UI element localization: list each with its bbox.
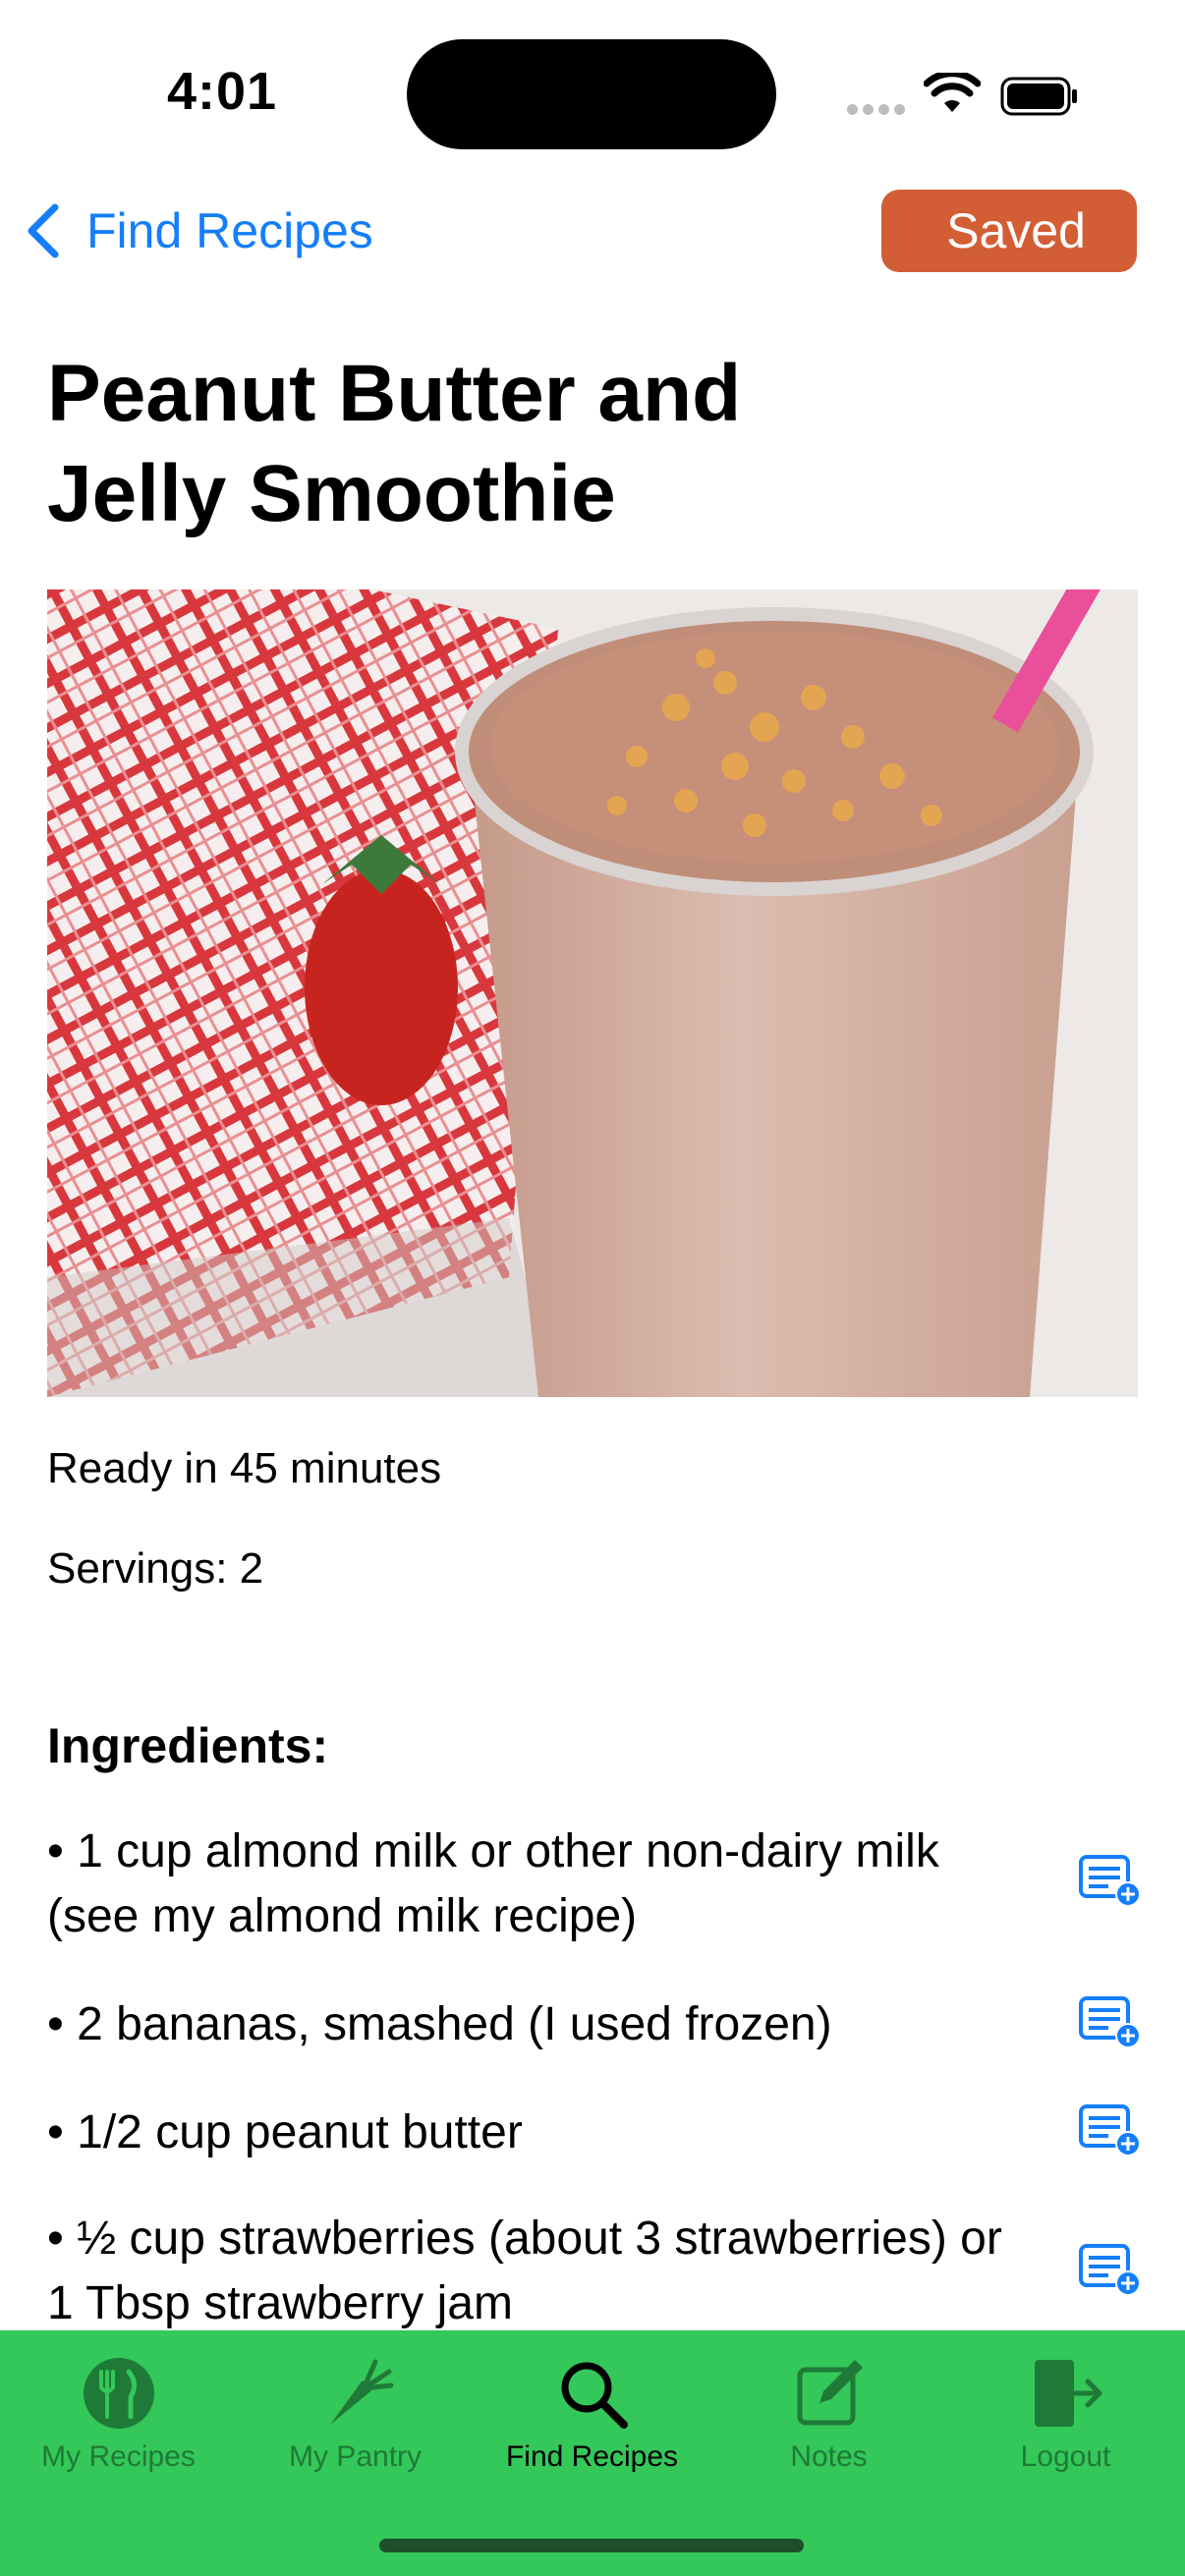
dynamic-island bbox=[407, 39, 776, 149]
tab-label: My Recipes bbox=[41, 2440, 196, 2473]
status-time: 4:01 bbox=[167, 62, 278, 121]
ingredient-item: • ½ cup strawberries (about 3 strawberri… bbox=[47, 2212, 1002, 2329]
add-to-list-icon[interactable] bbox=[1079, 2242, 1142, 2297]
chevron-left-icon bbox=[28, 203, 59, 258]
compose-icon bbox=[797, 2360, 863, 2426]
tab-logout[interactable]: Logout bbox=[947, 2330, 1184, 2527]
battery-icon bbox=[1000, 77, 1077, 116]
tab-label: Logout bbox=[1020, 2440, 1111, 2473]
back-button-label: Find Recipes bbox=[86, 203, 373, 258]
cellular-signal-icon bbox=[847, 102, 910, 120]
tab-notes[interactable]: Notes bbox=[710, 2330, 947, 2527]
ingredient-item: • 2 bananas, smashed (I used frozen) bbox=[47, 1998, 832, 2050]
ingredients-heading: Ingredients: bbox=[47, 1718, 329, 1773]
add-to-list-icon[interactable] bbox=[1079, 2102, 1142, 2157]
ingredient-item: • 1 cup almond milk or other non-dairy m… bbox=[47, 1825, 939, 1942]
add-to-list-icon[interactable] bbox=[1079, 1994, 1142, 2049]
magnifier-icon bbox=[561, 2362, 628, 2429]
home-indicator[interactable] bbox=[379, 2539, 804, 2552]
tab-label: Notes bbox=[790, 2440, 868, 2473]
fork-knife-icon bbox=[83, 2358, 154, 2429]
page-title: Peanut Butter and Jelly Smoothie bbox=[47, 349, 742, 538]
ingredient-item: • 1/2 cup peanut butter bbox=[47, 2106, 523, 2158]
tab-find-recipes[interactable]: Find Recipes bbox=[474, 2330, 710, 2527]
servings: Servings: 2 bbox=[47, 1544, 264, 1593]
ready-time: Ready in 45 minutes bbox=[47, 1444, 442, 1492]
saved-button[interactable]: Saved bbox=[881, 190, 1137, 272]
add-to-list-icon[interactable] bbox=[1079, 1853, 1142, 1908]
tab-label: My Pantry bbox=[288, 2440, 423, 2473]
tab-my-recipes[interactable]: My Recipes bbox=[0, 2330, 237, 2527]
wifi-icon bbox=[924, 73, 981, 112]
logout-icon bbox=[1034, 2360, 1101, 2427]
recipe-photo bbox=[47, 589, 1138, 1397]
back-button[interactable]: Find Recipes bbox=[24, 196, 373, 265]
tab-my-pantry[interactable]: My Pantry bbox=[237, 2330, 474, 2527]
tab-label: Find Recipes bbox=[505, 2440, 679, 2473]
carrot-icon bbox=[329, 2359, 393, 2425]
